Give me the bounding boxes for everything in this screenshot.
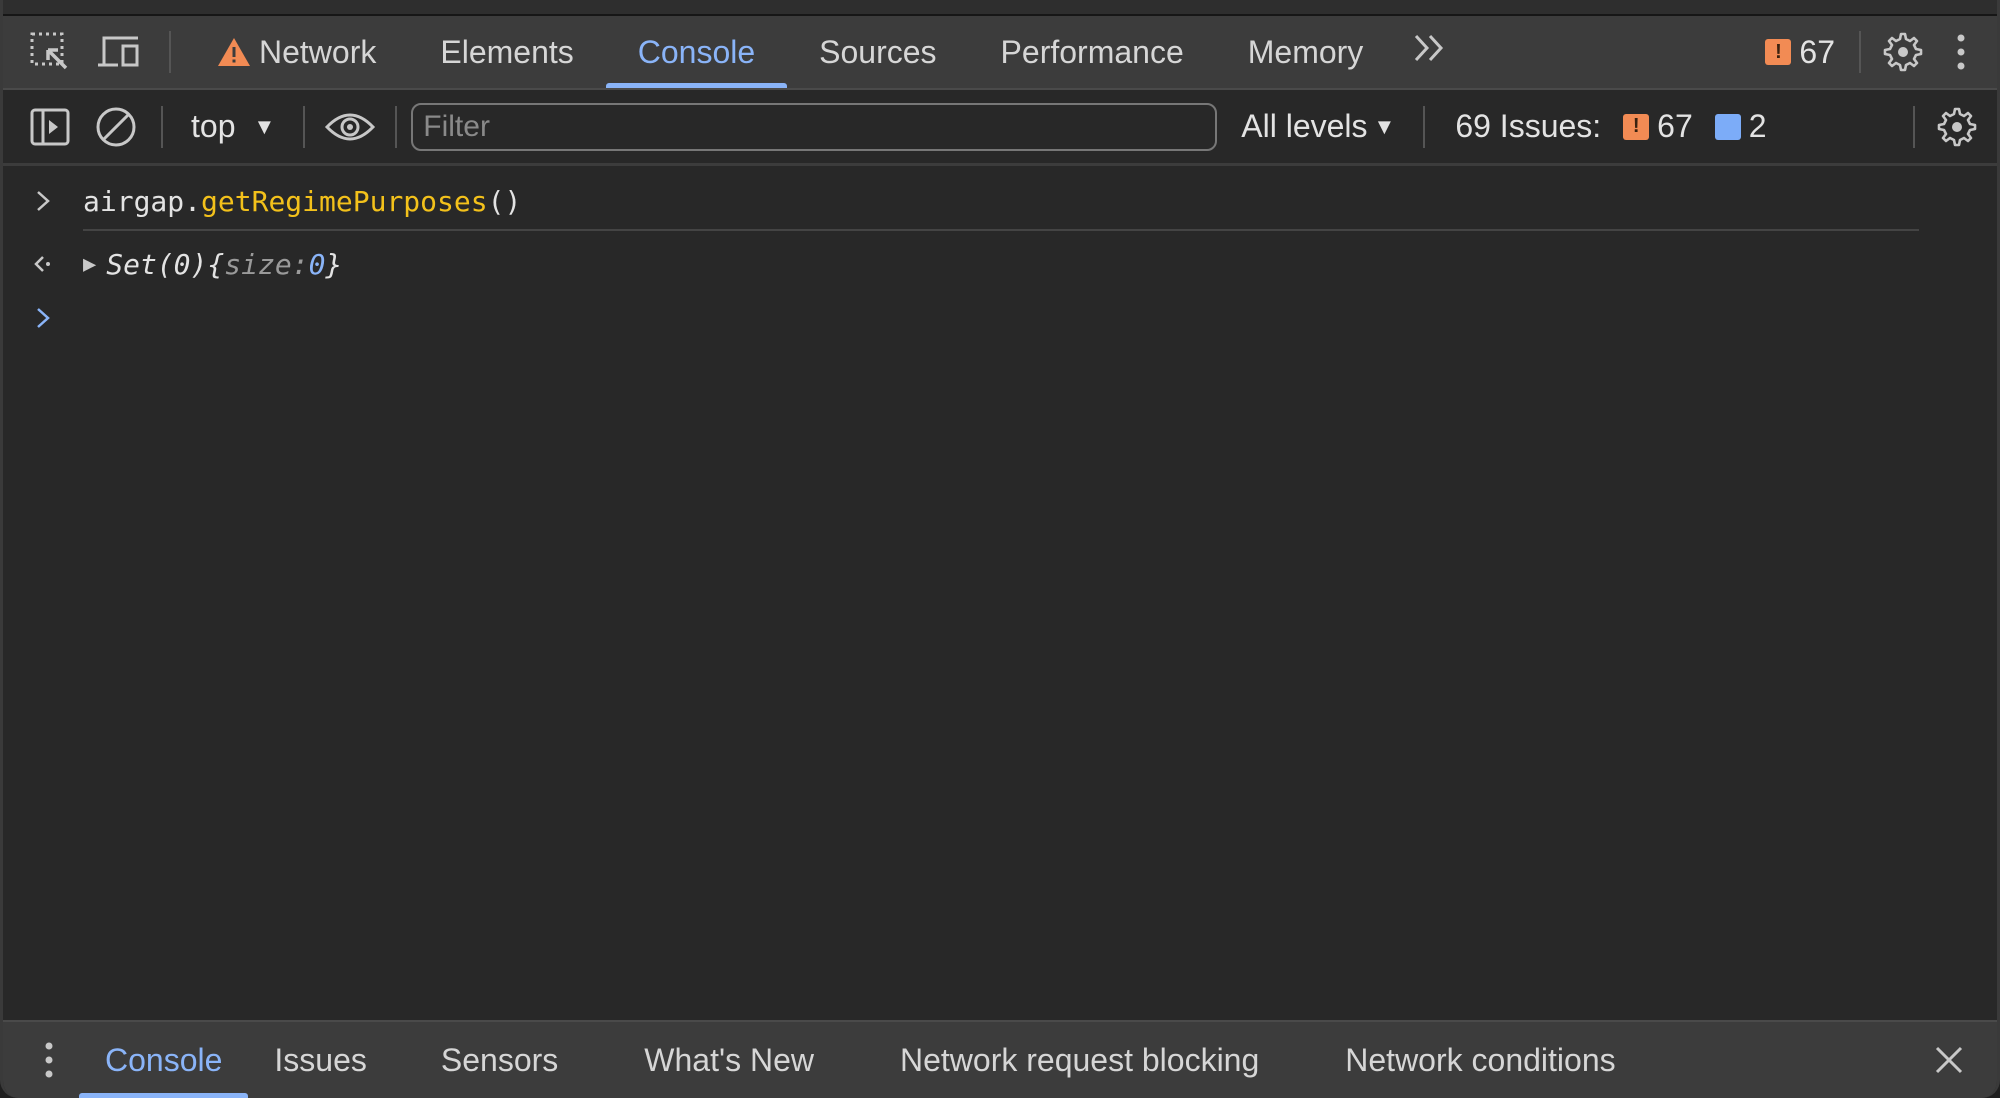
- tab-label: Sources: [819, 33, 937, 70]
- separator: [1859, 31, 1861, 73]
- tab-console[interactable]: Console: [605, 16, 788, 88]
- issues-info-count: 2: [1748, 108, 1767, 144]
- console-result-line: ▶ Set(0) {size: 0}: [3, 244, 342, 284]
- expand-triangle-icon[interactable]: ▶: [83, 252, 96, 277]
- result-arrow-icon: [3, 253, 83, 275]
- tab-label: Console: [637, 33, 756, 70]
- close-icon: [1935, 1046, 1963, 1074]
- dropdown-triangle-icon: ▼: [253, 113, 276, 139]
- drawer-tab-console[interactable]: Console: [79, 1022, 249, 1098]
- kebab-menu-icon: [45, 1042, 53, 1078]
- result-type[interactable]: Set(0): [106, 248, 207, 281]
- dropdown-triangle-icon: ▼: [1373, 113, 1396, 139]
- separator: [395, 105, 398, 148]
- drawer-tab-network-request-blocking[interactable]: Network request blocking: [874, 1022, 1319, 1098]
- console-prompt-line[interactable]: [3, 298, 83, 338]
- result-open-brace: {: [207, 247, 225, 281]
- inspect-element-button[interactable]: [15, 30, 85, 74]
- more-options-button[interactable]: [1931, 32, 1991, 72]
- tab-label: Elements: [440, 33, 574, 70]
- tab-label: Network: [259, 33, 377, 70]
- inspect-element-icon: [30, 32, 68, 70]
- drawer-menu-button[interactable]: [19, 1040, 79, 1080]
- tab-label: Performance: [1000, 33, 1184, 70]
- double-chevron-right-icon: [1415, 34, 1444, 61]
- eye-icon: [325, 113, 376, 140]
- result-value: 0: [308, 247, 326, 281]
- command-args: (): [487, 184, 522, 218]
- close-drawer-button[interactable]: [1919, 1045, 1979, 1075]
- tab-network[interactable]: Network: [185, 16, 408, 88]
- tab-elements[interactable]: Elements: [408, 16, 605, 88]
- command-object: airgap.: [83, 184, 202, 218]
- console-settings-button[interactable]: [1929, 105, 1985, 149]
- device-toolbar-icon: [98, 36, 139, 67]
- context-selector[interactable]: top ▼: [177, 108, 289, 145]
- tab-memory[interactable]: Memory: [1216, 16, 1396, 88]
- tab-sources[interactable]: Sources: [787, 16, 968, 88]
- drawer-tab-issues[interactable]: Issues: [248, 1022, 414, 1098]
- main-tab-bar: Network Elements Console Sources Perform…: [3, 16, 1997, 90]
- more-tabs-button[interactable]: [1395, 33, 1467, 72]
- message-divider: [83, 229, 1919, 231]
- tab-label: Network conditions: [1345, 1041, 1616, 1078]
- input-prompt-icon: [3, 189, 83, 213]
- devtools-window: Network Elements Console Sources Perform…: [0, 0, 2000, 1098]
- console-output: airgap. getRegimePurposes() ▶ Set(0) {siz…: [3, 166, 1997, 1020]
- tab-label: What's New: [644, 1041, 814, 1078]
- drawer-tab-network-conditions[interactable]: Network conditions: [1319, 1022, 1641, 1098]
- separator: [1423, 105, 1426, 148]
- tab-performance[interactable]: Performance: [969, 16, 1216, 88]
- show-sidebar-button[interactable]: [15, 107, 85, 147]
- filter-input[interactable]: [411, 102, 1218, 151]
- separator: [303, 105, 306, 148]
- result-key: size:: [224, 247, 309, 281]
- tab-label: Memory: [1247, 33, 1364, 70]
- issues-badge-count: 67: [1799, 33, 1835, 70]
- issue-warning-icon: !: [1765, 39, 1792, 65]
- issues-count-label: 69 Issues:: [1455, 108, 1602, 144]
- context-value: top: [191, 108, 236, 144]
- drawer-tab-sensors[interactable]: Sensors: [415, 1022, 618, 1098]
- separator: [169, 31, 171, 73]
- tab-label: Sensors: [440, 1041, 559, 1078]
- log-levels-dropdown[interactable]: All levels ▼: [1217, 108, 1409, 145]
- warning-icon: [218, 38, 250, 66]
- clear-console-button[interactable]: [85, 105, 147, 149]
- issues-info-badge[interactable]: 2: [1714, 108, 1767, 145]
- sidebar-toggle-icon: [30, 108, 70, 145]
- separator: [1913, 105, 1915, 148]
- gear-icon: [1883, 32, 1923, 72]
- separator: [161, 105, 163, 148]
- console-prompt-icon: [3, 306, 83, 330]
- console-command-line: airgap. getRegimePurposes(): [3, 181, 521, 221]
- issue-info-icon: [1714, 113, 1741, 140]
- window-top-strip: [3, 0, 1997, 17]
- settings-button[interactable]: [1875, 30, 1931, 74]
- kebab-menu-icon: [1957, 34, 1965, 70]
- issue-warning-icon: !: [1623, 113, 1650, 140]
- tab-label: Console: [105, 1041, 223, 1078]
- drawer-tab-whats-new[interactable]: What's New: [618, 1022, 874, 1098]
- command-method: getRegimePurposes: [201, 184, 488, 218]
- device-toolbar-button[interactable]: [85, 32, 155, 72]
- issues-warnings-badge[interactable]: ! 67: [1623, 108, 1693, 145]
- tab-label: Issues: [274, 1041, 367, 1078]
- gear-icon: [1937, 107, 1977, 146]
- issues-warnings-count: 67: [1657, 108, 1693, 144]
- result-close-brace: }: [325, 247, 343, 281]
- issues-badge[interactable]: ! 67: [1765, 34, 1835, 71]
- clear-icon: [96, 107, 136, 146]
- tab-label: Network request blocking: [899, 1041, 1260, 1078]
- log-levels-value: All levels: [1241, 108, 1368, 144]
- console-toolbar: top ▼ All levels ▼ 69 Issues: ! 67 2: [3, 90, 1997, 166]
- drawer-tab-bar: Console Issues Sensors What's New Networ…: [3, 1020, 1997, 1098]
- live-expression-button[interactable]: [319, 109, 381, 145]
